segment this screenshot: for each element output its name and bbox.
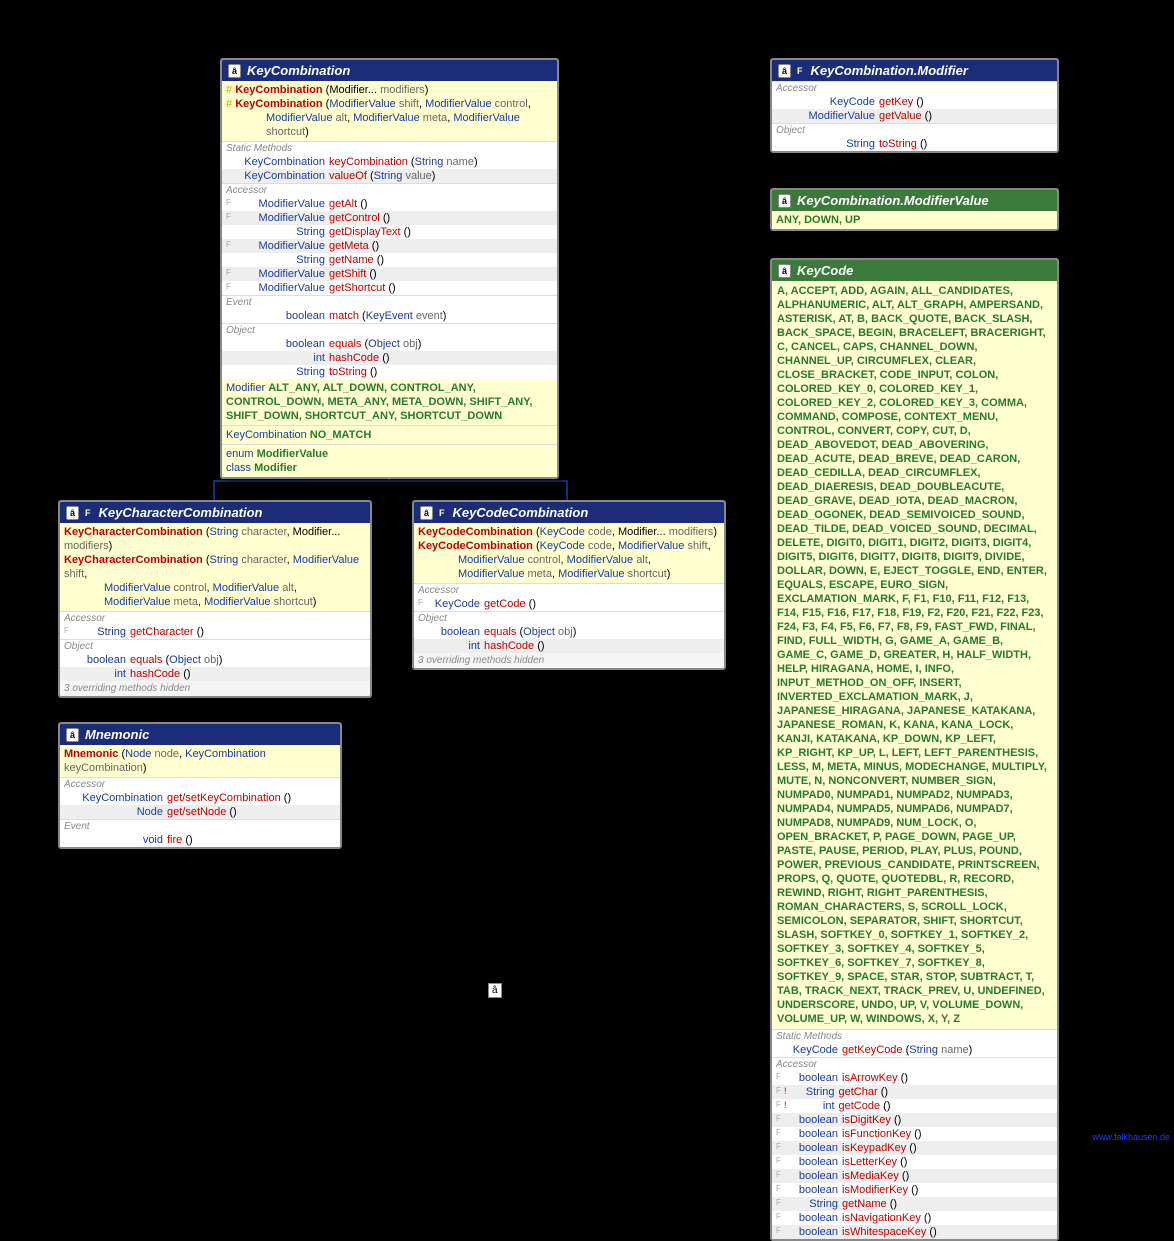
package-label: âjavafx.scene.input (488, 980, 653, 1000)
enum-modifiervalue: â KeyCombination.ModifierValue ANY, DOWN… (770, 188, 1059, 231)
class-icon: â (66, 728, 79, 742)
class-header: â F KeyCombination.Modifier (772, 60, 1057, 81)
accessors-list: FModifierValuegetAlt ()FModifierValueget… (222, 197, 557, 295)
class-keycharactercombination: â F KeyCharacterCombination KeyCharacter… (58, 500, 372, 698)
footnote: 3 overriding methods hidden (414, 653, 724, 668)
class-icon: â (420, 506, 433, 520)
footnote: 3 overriding methods hidden (60, 681, 370, 696)
enum-values: A, ACCEPT, ADD, AGAIN, ALL_CANDIDATES, A… (772, 281, 1057, 1029)
events-list: voidfire () (60, 833, 340, 847)
class-icon: â (66, 506, 79, 520)
constants: Modifier ALT_ANY, ALT_DOWN, CONTROL_ANY,… (222, 379, 557, 425)
enum-icon: â (778, 194, 791, 208)
class-title: KeyCombination.Modifier (811, 63, 968, 78)
accessors-list: FKeyCodegetCode () (414, 597, 724, 611)
section-accessor: Accessor (60, 611, 370, 625)
class-header: â KeyCombination (222, 60, 557, 81)
class-keycombination: â KeyCombination # KeyCombination (Modif… (220, 58, 559, 479)
class-title: Mnemonic (85, 727, 149, 742)
static-methods-list: KeyCodegetKeyCode (String name) (772, 1043, 1057, 1057)
section-event: Event (222, 295, 557, 309)
events-list: booleanmatch (KeyEvent event) (222, 309, 557, 323)
class-header: â F KeyCodeCombination (414, 502, 724, 523)
constructors: Mnemonic (Node node, KeyCombination keyC… (60, 745, 340, 777)
credit-link[interactable]: www.falkhausen.de (1092, 1132, 1170, 1142)
accessors-list: KeyCodegetKey ()ModifierValuegetValue () (772, 95, 1057, 123)
class-title: KeyCombination (247, 63, 350, 78)
enum-header: â KeyCode (772, 260, 1057, 281)
nested-types: enum ModifierValueclass Modifier (222, 444, 557, 477)
enum-values: ANY, DOWN, UP (772, 211, 1057, 229)
enum-title: KeyCombination.ModifierValue (797, 193, 989, 208)
section-event: Event (60, 819, 340, 833)
enum-title: KeyCode (797, 263, 853, 278)
nomatch-constant: KeyCombination NO_MATCH (222, 425, 557, 444)
accessors-list: FbooleanisArrowKey ()F!StringgetChar ()F… (772, 1071, 1057, 1239)
class-header: â Mnemonic (60, 724, 340, 745)
connector-vert-right (566, 480, 568, 502)
section-accessor: Accessor (414, 583, 724, 597)
section-accessor: Accessor (222, 183, 557, 197)
class-mnemonic: â Mnemonic Mnemonic (Node node, KeyCombi… (58, 722, 342, 849)
section-static-methods: Static Methods (772, 1029, 1057, 1043)
section-object: Object (772, 123, 1057, 137)
static-methods-list: KeyCombinationkeyCombination (String nam… (222, 155, 557, 183)
class-header: â F KeyCharacterCombination (60, 502, 370, 523)
class-icon: â (778, 64, 791, 78)
connector-vert-left (213, 480, 215, 502)
constructors: KeyCodeCombination (KeyCode code, Modifi… (414, 523, 724, 583)
section-accessor: Accessor (772, 81, 1057, 95)
class-title: KeyCodeCombination (453, 505, 589, 520)
object-methods-list: booleanequals (Object obj)inthashCode ()… (222, 337, 557, 379)
object-methods-list: booleanequals (Object obj)inthashCode () (60, 653, 370, 681)
section-object: Object (414, 611, 724, 625)
constructors: # KeyCombination (Modifier... modifiers)… (222, 81, 557, 141)
final-marker: F (85, 508, 91, 518)
class-modifier: â F KeyCombination.Modifier Accessor Key… (770, 58, 1059, 153)
accessors-list: FStringgetCharacter () (60, 625, 370, 639)
section-accessor: Accessor (772, 1057, 1057, 1071)
object-methods-list: booleanequals (Object obj)inthashCode () (414, 625, 724, 653)
final-marker: F (797, 66, 803, 76)
section-accessor: Accessor (60, 777, 340, 791)
section-object: Object (60, 639, 370, 653)
enum-icon: â (778, 264, 791, 278)
final-marker: F (439, 508, 445, 518)
section-object: Object (222, 323, 557, 337)
enum-keycode: â KeyCode A, ACCEPT, ADD, AGAIN, ALL_CAN… (770, 258, 1059, 1241)
class-icon: â (228, 64, 241, 78)
enum-header: â KeyCombination.ModifierValue (772, 190, 1057, 211)
constructors: KeyCharacterCombination (String characte… (60, 523, 370, 611)
connector-horiz (213, 480, 568, 482)
accessors-list: KeyCombinationget/setKeyCombination ()No… (60, 791, 340, 819)
section-static-methods: Static Methods (222, 141, 557, 155)
package-icon: â (488, 983, 502, 998)
class-keycodecombination: â F KeyCodeCombination KeyCodeCombinatio… (412, 500, 726, 670)
object-methods-list: StringtoString () (772, 137, 1057, 151)
class-title: KeyCharacterCombination (99, 505, 263, 520)
